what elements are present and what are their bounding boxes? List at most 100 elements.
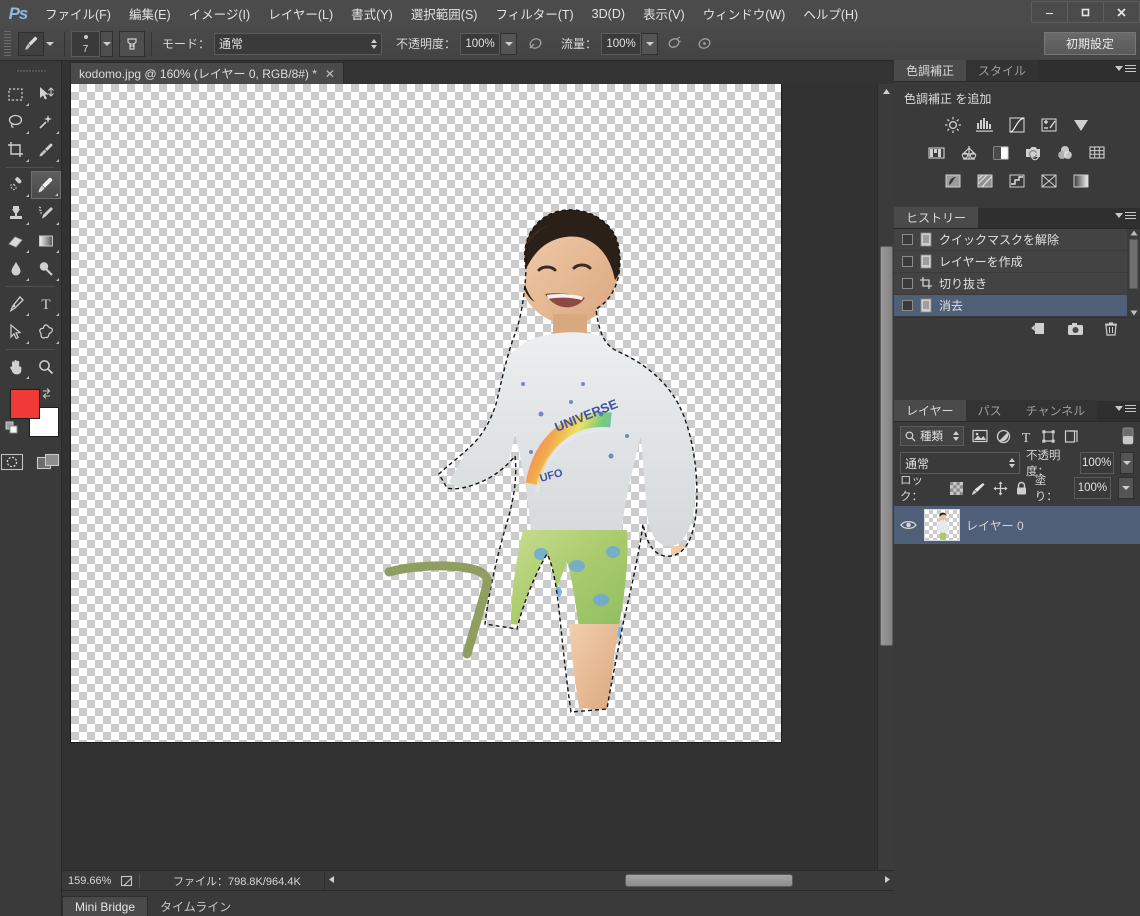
path-selection-tool[interactable] <box>1 318 31 346</box>
menu-select[interactable]: 選択範囲(S) <box>402 0 487 27</box>
airbrush-toggle-icon[interactable] <box>662 31 686 57</box>
clone-stamp-tool[interactable] <box>1 199 31 227</box>
layer-opacity-input[interactable]: 100% <box>1079 452 1114 474</box>
tab-styles[interactable]: スタイル <box>966 60 1039 81</box>
history-item[interactable]: クイックマスクを解除 <box>894 229 1140 251</box>
photo-filter-icon[interactable] <box>1022 143 1044 163</box>
horizontal-scroll-thumb[interactable] <box>625 874 793 887</box>
scroll-up-icon[interactable] <box>878 84 894 98</box>
invert-icon[interactable] <box>942 171 964 191</box>
history-list[interactable]: クイックマスクを解除 レイヤーを作成 切り抜き 消去 <box>894 229 1140 317</box>
posterize-icon[interactable] <box>974 171 996 191</box>
eraser-tool[interactable] <box>1 227 31 255</box>
canvas[interactable]: UNIVERSE UFO <box>71 84 781 742</box>
pixel-filter-icon[interactable] <box>972 429 988 443</box>
brush-tool[interactable] <box>30 171 61 199</box>
selective-color-icon[interactable] <box>1038 171 1060 191</box>
flow-pressure-toggle-icon[interactable] <box>692 31 716 57</box>
flow-slider-chevron-icon[interactable] <box>641 32 659 55</box>
pen-tool[interactable] <box>1 290 31 318</box>
brightness-contrast-icon[interactable] <box>942 115 964 135</box>
black-white-icon[interactable] <box>990 143 1012 163</box>
menu-help[interactable]: ヘルプ(H) <box>794 0 867 27</box>
canvas-viewport[interactable]: UNIVERSE UFO <box>62 84 876 893</box>
maximize-button[interactable] <box>1067 1 1104 23</box>
layer-filter-type-select[interactable]: 種類 <box>900 426 964 446</box>
blur-tool[interactable] <box>1 255 31 283</box>
type-tool[interactable]: T <box>31 290 61 318</box>
default-colors-icon[interactable] <box>5 421 19 435</box>
layer-fill-input[interactable]: 100% <box>1073 477 1112 499</box>
vertical-scroll-thumb[interactable] <box>880 246 893 646</box>
magic-wand-tool[interactable] <box>31 108 61 136</box>
swap-colors-icon[interactable] <box>40 387 53 400</box>
document-tab[interactable]: kodomo.jpg @ 160% (レイヤー 0, RGB/8#) * ✕ <box>70 62 344 84</box>
adjustment-filter-icon[interactable] <box>996 429 1011 444</box>
vibrance-icon[interactable] <box>1070 115 1092 135</box>
menu-layer[interactable]: レイヤー(L) <box>259 0 342 27</box>
scroll-up-icon[interactable] <box>1130 230 1138 236</box>
new-document-from-state-icon[interactable] <box>1031 321 1047 336</box>
color-balance-icon[interactable] <box>958 143 980 163</box>
tab-channels[interactable]: チャンネル <box>1013 400 1098 421</box>
threshold-icon[interactable] <box>1006 171 1028 191</box>
dodge-tool[interactable] <box>31 255 61 283</box>
brush-size-control[interactable]: 7 <box>71 30 113 57</box>
lock-transparent-pixels-icon[interactable] <box>949 481 963 495</box>
history-brush-tool[interactable] <box>31 199 61 227</box>
history-source-checkbox[interactable] <box>902 300 913 311</box>
shape-tool[interactable] <box>31 318 61 346</box>
history-source-checkbox[interactable] <box>902 278 913 289</box>
type-filter-icon[interactable]: T <box>1019 429 1033 444</box>
menu-type[interactable]: 書式(Y) <box>342 0 402 27</box>
lock-image-pixels-icon[interactable] <box>970 481 986 496</box>
gradient-tool[interactable] <box>31 227 61 255</box>
zoom-level-input[interactable]: 159.66% <box>62 875 120 887</box>
tab-adjustments[interactable]: 色調補正 <box>894 60 967 81</box>
curves-icon[interactable] <box>1006 115 1028 135</box>
active-tool-preview[interactable] <box>14 31 58 56</box>
brush-picker-chevron-icon[interactable] <box>100 30 113 57</box>
eyedropper-tool[interactable] <box>31 136 61 164</box>
lock-all-icon[interactable] <box>1015 481 1028 496</box>
menu-filter[interactable]: フィルター(T) <box>486 0 582 27</box>
menu-view[interactable]: 表示(V) <box>634 0 694 27</box>
gradient-map-icon[interactable] <box>1070 171 1092 191</box>
new-snapshot-icon[interactable] <box>1067 322 1084 336</box>
flow-input[interactable]: 100% <box>601 32 642 55</box>
close-button[interactable] <box>1103 1 1140 23</box>
canvas-vertical-scrollbar[interactable] <box>877 84 894 893</box>
scroll-down-icon[interactable] <box>1130 310 1138 316</box>
menu-edit[interactable]: 編集(E) <box>120 0 180 27</box>
layer-blend-mode-select[interactable]: 通常 <box>900 452 1020 474</box>
opacity-input[interactable]: 100% <box>460 32 501 55</box>
tab-mini-bridge[interactable]: Mini Bridge <box>62 896 149 916</box>
menu-file[interactable]: ファイル(F) <box>36 0 120 27</box>
scroll-left-icon[interactable] <box>328 875 335 884</box>
opacity-pressure-toggle-icon[interactable] <box>523 31 547 57</box>
history-item[interactable]: レイヤーを作成 <box>894 251 1140 273</box>
layer-opacity-chevron-icon[interactable] <box>1119 452 1134 474</box>
menu-3d[interactable]: 3D(D) <box>583 3 634 25</box>
quick-mask-mode-button[interactable] <box>0 453 24 473</box>
channel-mixer-icon[interactable] <box>1054 143 1076 163</box>
levels-icon[interactable] <box>974 115 996 135</box>
tool-preset-chevron-icon[interactable] <box>46 41 54 46</box>
move-tool[interactable] <box>31 80 61 108</box>
lasso-tool[interactable] <box>1 108 31 136</box>
filter-toggle-switch[interactable] <box>1122 427 1134 445</box>
shape-filter-icon[interactable] <box>1041 429 1056 444</box>
close-icon[interactable]: ✕ <box>325 67 335 81</box>
history-panel-menu-icon[interactable] <box>1115 212 1136 219</box>
adjustments-panel-menu-icon[interactable] <box>1115 65 1136 72</box>
hand-tool[interactable] <box>1 353 31 381</box>
opacity-slider-chevron-icon[interactable] <box>500 32 518 55</box>
proxy-preview-icon[interactable] <box>120 874 134 888</box>
tab-timeline[interactable]: タイムライン <box>148 896 244 916</box>
history-item[interactable]: 消去 <box>894 295 1140 317</box>
marquee-tool[interactable] <box>1 80 31 108</box>
delete-icon[interactable] <box>1104 321 1118 336</box>
history-source-checkbox[interactable] <box>902 256 913 267</box>
layer-row[interactable]: レイヤー 0 <box>894 506 1140 544</box>
brush-panel-toggle-icon[interactable] <box>119 30 145 57</box>
